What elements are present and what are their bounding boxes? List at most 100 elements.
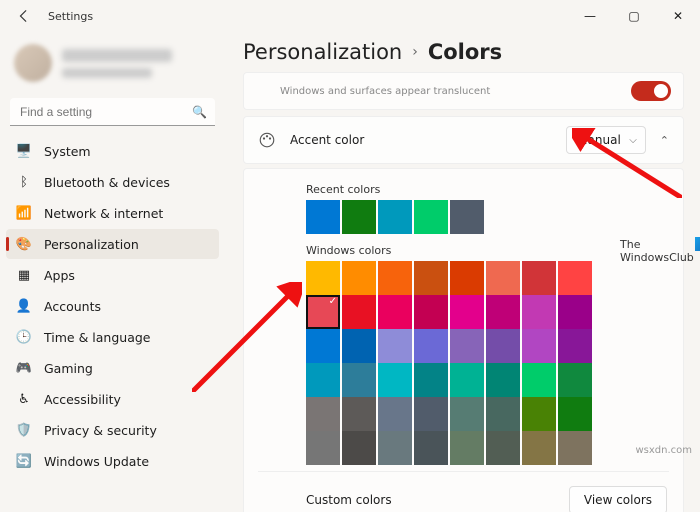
color-swatch[interactable]: [450, 295, 484, 329]
nav-label: Windows Update: [44, 454, 149, 469]
color-swatch[interactable]: [558, 295, 592, 329]
breadcrumb-current: Colors: [428, 40, 502, 64]
color-swatch[interactable]: [450, 261, 484, 295]
accent-color-label: Accent color: [290, 133, 364, 147]
window-title: Settings: [48, 10, 93, 23]
color-swatch[interactable]: [342, 329, 376, 363]
color-swatch[interactable]: [450, 431, 484, 465]
nav-label: Personalization: [44, 237, 139, 252]
search-input[interactable]: 🔍: [10, 98, 215, 126]
color-swatch[interactable]: [522, 397, 556, 431]
maximize-button[interactable]: ▢: [612, 1, 656, 31]
color-swatch[interactable]: [306, 295, 340, 329]
nav-label: Gaming: [44, 361, 93, 376]
nav-icon: 🔄: [16, 453, 32, 469]
color-swatch[interactable]: [414, 363, 448, 397]
color-swatch[interactable]: [450, 200, 484, 234]
color-swatch[interactable]: [306, 329, 340, 363]
color-swatch[interactable]: [450, 329, 484, 363]
color-swatch[interactable]: [486, 295, 520, 329]
breadcrumb: Personalization › Colors: [243, 40, 684, 64]
color-swatch[interactable]: [378, 200, 412, 234]
sidebar-item-apps[interactable]: ▦Apps: [6, 260, 219, 290]
color-swatch[interactable]: [414, 431, 448, 465]
color-swatch[interactable]: [414, 329, 448, 363]
user-name-redacted: [62, 49, 172, 62]
color-swatch[interactable]: [306, 397, 340, 431]
color-swatch[interactable]: [414, 261, 448, 295]
color-swatch[interactable]: [414, 397, 448, 431]
nav-icon: ♿: [16, 391, 32, 407]
accent-color-header[interactable]: Accent color Manual ⌃: [243, 116, 684, 164]
color-swatch[interactable]: [342, 200, 376, 234]
color-swatch[interactable]: [522, 431, 556, 465]
color-swatch[interactable]: [378, 397, 412, 431]
color-swatch[interactable]: [306, 261, 340, 295]
chevron-right-icon: ›: [410, 44, 420, 60]
color-swatch[interactable]: [558, 363, 592, 397]
sidebar-item-bluetooth-devices[interactable]: ᛒBluetooth & devices: [6, 167, 219, 197]
color-swatch[interactable]: [378, 363, 412, 397]
color-swatch[interactable]: [342, 295, 376, 329]
sidebar-item-time-language[interactable]: 🕒Time & language: [6, 322, 219, 352]
nav-icon: 🎨: [16, 236, 32, 252]
color-swatch[interactable]: [558, 261, 592, 295]
color-swatch[interactable]: [486, 261, 520, 295]
color-swatch[interactable]: [522, 261, 556, 295]
sidebar-item-system[interactable]: 🖥️System: [6, 136, 219, 166]
color-swatch[interactable]: [522, 295, 556, 329]
color-swatch[interactable]: [414, 200, 448, 234]
color-swatch[interactable]: [342, 363, 376, 397]
transparency-toggle[interactable]: [631, 81, 671, 101]
accent-mode-value: Manual: [577, 133, 621, 147]
close-button[interactable]: ✕: [656, 1, 700, 31]
back-button[interactable]: [12, 4, 36, 28]
color-swatch[interactable]: [450, 397, 484, 431]
transparency-panel[interactable]: Windows and surfaces appear translucent: [243, 72, 684, 110]
user-email-redacted: [62, 68, 152, 78]
color-swatch[interactable]: [450, 363, 484, 397]
breadcrumb-parent[interactable]: Personalization: [243, 40, 402, 64]
color-swatch[interactable]: [378, 431, 412, 465]
sidebar-item-accessibility[interactable]: ♿ Accessibility: [6, 384, 219, 414]
sidebar-item-accounts[interactable]: 👤Accounts: [6, 291, 219, 321]
nav-icon: 🛡️: [16, 422, 32, 438]
view-colors-button[interactable]: View colors: [569, 486, 667, 512]
sidebar-item-network-internet[interactable]: 📶Network & internet: [6, 198, 219, 228]
nav-label: System: [44, 144, 91, 159]
color-swatch[interactable]: [486, 329, 520, 363]
accent-mode-select[interactable]: Manual: [566, 126, 646, 154]
search-field[interactable]: [18, 104, 192, 120]
chevron-up-icon[interactable]: ⌃: [656, 134, 673, 147]
nav-icon: ᛒ: [16, 174, 32, 190]
color-swatch[interactable]: [486, 363, 520, 397]
color-swatch[interactable]: [486, 431, 520, 465]
color-swatch[interactable]: [558, 329, 592, 363]
color-swatch[interactable]: [522, 329, 556, 363]
color-swatch[interactable]: [558, 397, 592, 431]
color-swatch[interactable]: [342, 397, 376, 431]
color-swatch[interactable]: [558, 431, 592, 465]
color-swatch[interactable]: [306, 200, 340, 234]
nav-label: Accessibility: [44, 392, 121, 407]
color-swatch[interactable]: [414, 295, 448, 329]
color-swatch[interactable]: [378, 295, 412, 329]
color-swatch[interactable]: [378, 261, 412, 295]
sidebar-item-gaming[interactable]: 🎮Gaming: [6, 353, 219, 383]
sidebar-item-privacy-security[interactable]: 🛡️Privacy & security: [6, 415, 219, 445]
color-swatch[interactable]: [378, 329, 412, 363]
color-swatch[interactable]: [522, 363, 556, 397]
minimize-button[interactable]: —: [568, 1, 612, 31]
content: Personalization › Colors Windows and sur…: [225, 32, 700, 512]
recent-colors-row: [306, 200, 669, 234]
sidebar-item-personalization[interactable]: 🎨 Personalization: [6, 229, 219, 259]
color-swatch[interactable]: [342, 261, 376, 295]
nav-icon: 📶: [16, 205, 32, 221]
color-swatch[interactable]: [342, 431, 376, 465]
color-swatch[interactable]: [486, 397, 520, 431]
sidebar-item-windows-update[interactable]: 🔄 Windows Update: [6, 446, 219, 476]
color-swatch[interactable]: [306, 431, 340, 465]
user-block[interactable]: [6, 38, 219, 94]
nav-label: Apps: [44, 268, 75, 283]
color-swatch[interactable]: [306, 363, 340, 397]
